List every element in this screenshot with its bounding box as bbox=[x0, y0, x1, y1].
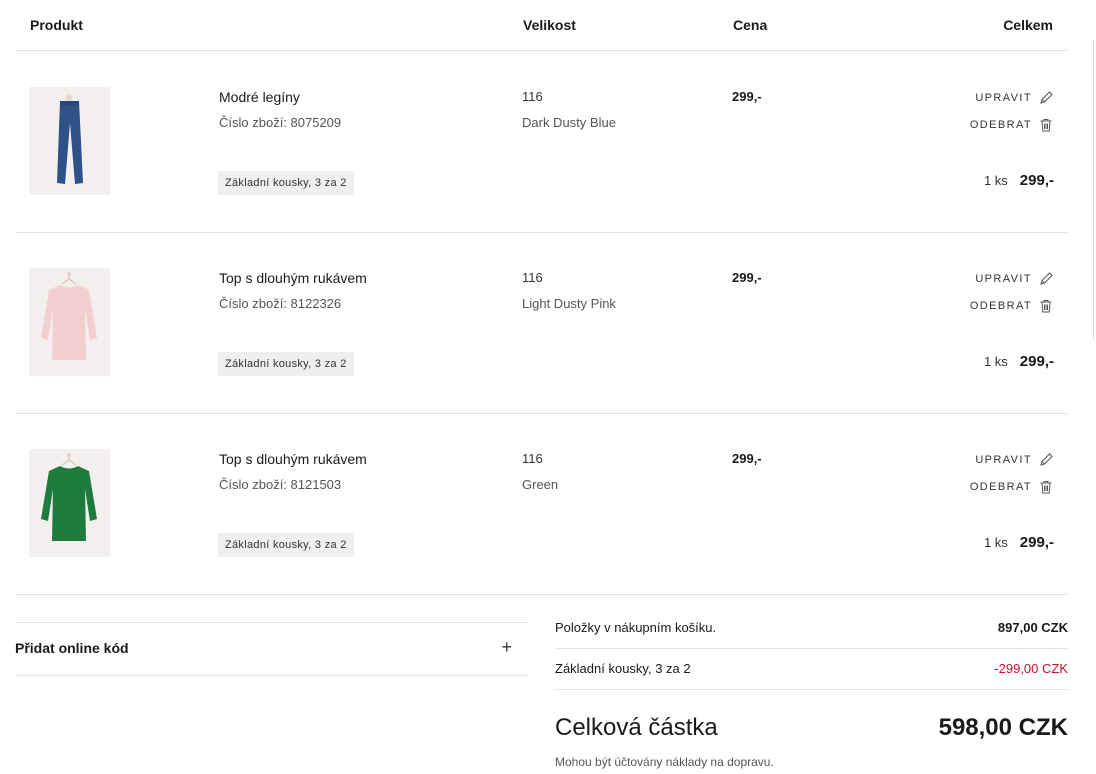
product-price: 299,- bbox=[732, 270, 762, 285]
scrollbar[interactable] bbox=[1093, 40, 1094, 340]
line-total: 299,- bbox=[1019, 353, 1054, 370]
header-total: Celkem bbox=[1003, 17, 1053, 33]
promo-badge: Základní kousky, 3 za 2 bbox=[218, 171, 354, 195]
product-color: Light Dusty Pink bbox=[522, 296, 616, 311]
header-product: Produkt bbox=[30, 17, 83, 33]
quantity-total: 1 ks 299,- bbox=[984, 353, 1054, 370]
product-size: 116 bbox=[522, 89, 543, 104]
add-online-code-toggle[interactable]: Přidat online kód + bbox=[15, 622, 528, 676]
quantity: 1 ks bbox=[983, 173, 1008, 188]
product-price: 299,- bbox=[732, 451, 762, 466]
order-summary: Položky v nákupním košíku. 897,00 CZK Zá… bbox=[555, 608, 1068, 769]
summary-discount-value: -299,00 CZK bbox=[994, 661, 1068, 676]
cart-item-row: Top s dlouhým rukávem Číslo zboží: 81223… bbox=[15, 232, 1068, 414]
quantity: 1 ks bbox=[983, 535, 1008, 550]
summary-discount-row: Základní kousky, 3 za 2 -299,00 CZK bbox=[555, 649, 1068, 690]
trash-icon bbox=[1040, 481, 1052, 494]
product-sku: Číslo zboží: 8122326 bbox=[219, 296, 342, 311]
product-name[interactable]: Top s dlouhým rukávem bbox=[219, 451, 367, 467]
remove-label: ODEBRAT bbox=[969, 119, 1032, 131]
summary-items-row: Položky v nákupním košíku. 897,00 CZK bbox=[555, 608, 1068, 649]
top-image-icon bbox=[29, 449, 110, 557]
product-sku: Číslo zboží: 8075209 bbox=[219, 115, 342, 130]
remove-label: ODEBRAT bbox=[969, 481, 1032, 493]
product-name[interactable]: Modré legíny bbox=[219, 89, 300, 105]
edit-label: UPRAVIT bbox=[975, 273, 1032, 285]
remove-button[interactable]: ODEBRAT bbox=[970, 116, 1054, 134]
add-online-code-label: Přidat online kód bbox=[15, 640, 129, 656]
remove-button[interactable]: ODEBRAT bbox=[970, 297, 1054, 315]
leggings-image-icon bbox=[29, 87, 110, 195]
summary-discount-label: Základní kousky, 3 za 2 bbox=[555, 661, 691, 676]
summary-items-label: Položky v nákupním košíku. bbox=[555, 620, 717, 635]
quantity-total: 1 ks 299,- bbox=[984, 534, 1054, 551]
pencil-icon bbox=[1040, 91, 1053, 104]
header-size: Velikost bbox=[523, 17, 576, 33]
edit-button[interactable]: UPRAVIT bbox=[975, 270, 1054, 288]
total-label: Celková částka bbox=[555, 714, 718, 741]
edit-label: UPRAVIT bbox=[975, 454, 1032, 466]
product-color: Green bbox=[522, 477, 559, 492]
product-name[interactable]: Top s dlouhým rukávem bbox=[219, 270, 367, 286]
pencil-icon bbox=[1040, 453, 1053, 466]
header-price: Cena bbox=[733, 17, 768, 33]
trash-icon bbox=[1040, 119, 1052, 132]
trash-icon bbox=[1040, 300, 1052, 313]
product-image[interactable] bbox=[29, 449, 110, 557]
remove-label: ODEBRAT bbox=[969, 300, 1032, 312]
quantity-total: 1 ks 299,- bbox=[984, 172, 1054, 189]
promo-badge: Základní kousky, 3 za 2 bbox=[218, 352, 354, 376]
cart-table-header: Produkt Velikost Cena Celkem bbox=[15, 0, 1068, 51]
shipping-note: Mohou být účtovány náklady na dopravu. bbox=[555, 755, 774, 769]
quantity: 1 ks bbox=[983, 354, 1008, 369]
cart-item-row: Top s dlouhým rukávem Číslo zboží: 81215… bbox=[15, 413, 1068, 595]
product-size: 116 bbox=[522, 270, 543, 285]
product-size: 116 bbox=[522, 451, 543, 466]
edit-button[interactable]: UPRAVIT bbox=[975, 89, 1054, 107]
top-image-icon bbox=[29, 268, 110, 376]
summary-items-value: 897,00 CZK bbox=[997, 620, 1068, 635]
pencil-icon bbox=[1040, 272, 1053, 285]
product-image[interactable] bbox=[29, 87, 110, 195]
promo-badge: Základní kousky, 3 za 2 bbox=[218, 533, 354, 557]
shopping-cart-page: Produkt Velikost Cena Celkem Modré legín… bbox=[0, 0, 1096, 774]
product-price: 299,- bbox=[732, 89, 762, 104]
product-image[interactable] bbox=[29, 268, 110, 376]
cart-item-row: Modré legíny Číslo zboží: 8075209 Základ… bbox=[15, 51, 1068, 233]
product-color: Dark Dusty Blue bbox=[522, 115, 616, 130]
line-total: 299,- bbox=[1019, 172, 1054, 189]
edit-button[interactable]: UPRAVIT bbox=[975, 451, 1054, 469]
total-value: 598,00 CZK bbox=[938, 714, 1068, 741]
product-sku: Číslo zboží: 8121503 bbox=[219, 477, 342, 492]
remove-button[interactable]: ODEBRAT bbox=[970, 478, 1054, 496]
edit-label: UPRAVIT bbox=[975, 92, 1032, 104]
plus-icon[interactable]: + bbox=[501, 637, 512, 658]
line-total: 299,- bbox=[1019, 534, 1054, 551]
